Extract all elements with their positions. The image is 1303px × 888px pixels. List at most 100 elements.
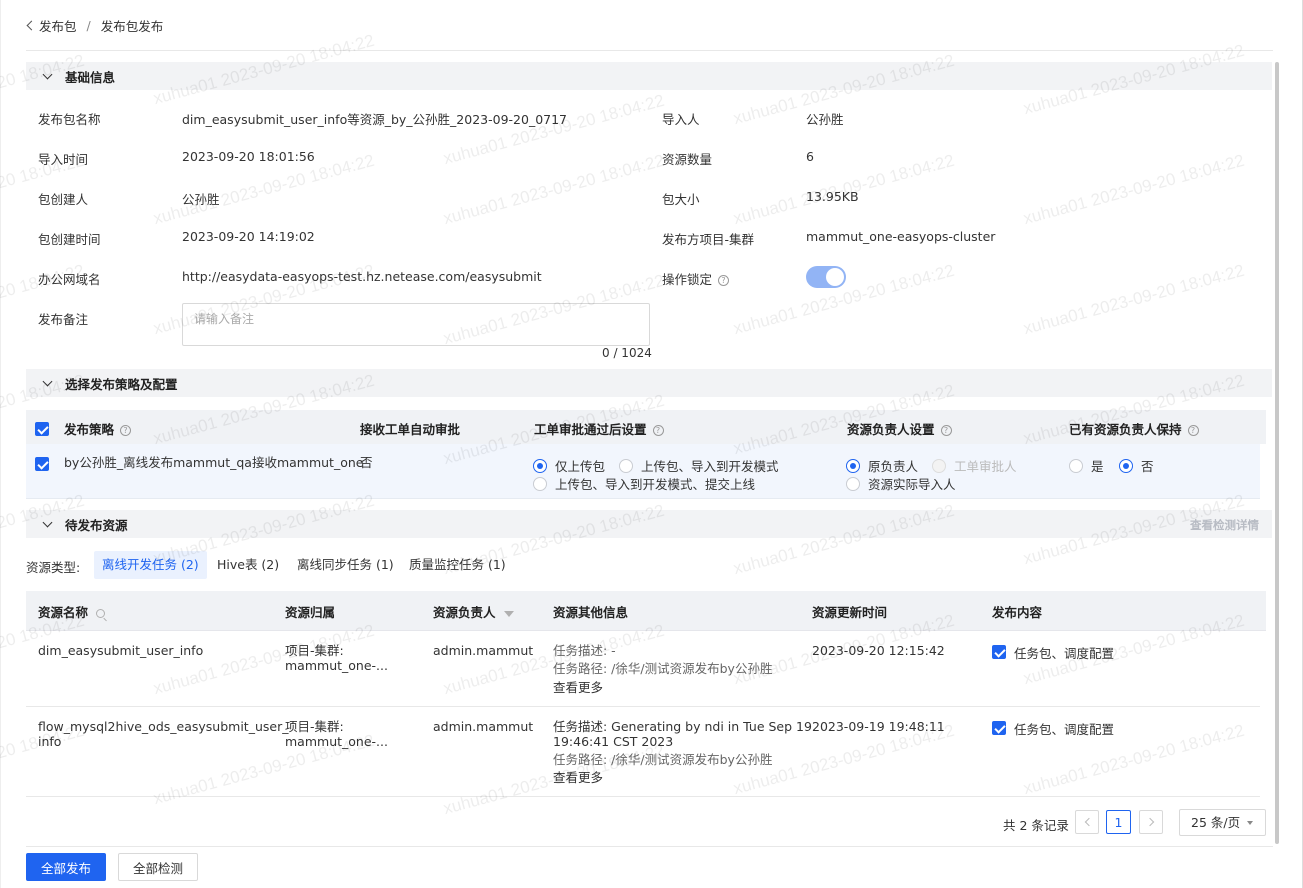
column-header-text: 发布策略 <box>64 422 115 437</box>
section-pending-header[interactable]: 待发布资源 <box>26 510 1272 538</box>
package-name-label: 发布包名称 <box>38 112 101 127</box>
resource-count-label: 资源数量 <box>662 152 713 167</box>
scrollbar[interactable] <box>1275 62 1279 844</box>
chevron-down-icon <box>42 376 53 386</box>
column-header: 发布策略? <box>64 419 132 438</box>
column-header-text: 已有资源负责人保持 <box>1069 422 1182 437</box>
radio-dot <box>1119 458 1133 473</box>
publish-all-button[interactable]: 全部发布 <box>26 853 106 881</box>
chevron-left-icon <box>1084 817 1093 827</box>
breadcrumb-separator: / <box>86 17 91 33</box>
creator-value: 公孙胜 <box>182 192 220 207</box>
radio-original-owner[interactable]: 原负责人 <box>846 456 918 475</box>
remark-char-count: 0 / 1024 <box>602 346 652 360</box>
publish-content-label: 任务包、调度配置 <box>1014 646 1115 661</box>
resource-name: dim_easysubmit_user_info <box>38 643 204 658</box>
column-header: 资源名称 <box>38 602 106 621</box>
column-header-text: 资源负责人 <box>433 605 496 620</box>
column-header-text: 工单审批通过后设置 <box>534 422 647 437</box>
radio-dot <box>533 458 547 473</box>
domain-value: http://easydata-easyops-test.hz.netease.… <box>182 269 542 284</box>
tab-offline-dev-task[interactable]: 离线开发任务 (2) <box>94 551 207 579</box>
radio-keep-yes[interactable]: 是 <box>1069 456 1104 475</box>
section-title: 选择发布策略及配置 <box>65 376 178 392</box>
view-more-link[interactable]: 查看更多 <box>553 679 603 696</box>
help-icon[interactable]: ? <box>652 425 664 436</box>
domain-label: 办公网域名 <box>38 272 101 287</box>
resource-count-value: 6 <box>806 149 814 164</box>
column-header: 资源其他信息 <box>553 605 629 620</box>
caret-down-icon <box>1247 821 1253 825</box>
column-header-text: 资源名称 <box>38 605 89 620</box>
section-basic-info-header[interactable]: 基础信息 <box>26 62 1272 90</box>
resource-type-label: 资源类型: <box>26 560 81 575</box>
row-divider <box>26 796 1260 797</box>
lock-label: 操作锁定? <box>662 269 730 288</box>
package-name-value: dim_easysubmit_user_info等资源_by_公孙胜_2023-… <box>182 112 568 127</box>
help-icon[interactable]: ? <box>940 425 952 436</box>
divider <box>26 846 1273 847</box>
check-all-button[interactable]: 全部检测 <box>118 853 198 881</box>
help-icon[interactable]: ? <box>120 425 132 436</box>
remark-placeholder: 请输入备注 <box>194 312 255 326</box>
importer-label: 导入人 <box>662 112 700 127</box>
breadcrumb: 发布包 / 发布包发布 <box>26 16 163 34</box>
help-icon[interactable]: ? <box>718 275 730 286</box>
pagination-total: 共 2 条记录 <box>1003 818 1069 833</box>
radio-upload-import-submit[interactable]: 上传包、导入到开发模式、提交上线 <box>533 474 755 493</box>
column-header: 已有资源负责人保持? <box>1069 419 1199 438</box>
radio-dot <box>846 458 860 473</box>
size-label: 包大小 <box>662 192 700 207</box>
resource-name-cont: info <box>38 734 62 749</box>
lock-toggle[interactable] <box>806 266 846 288</box>
section-strategy-header[interactable]: 选择发布策略及配置 <box>26 369 1272 397</box>
search-icon[interactable] <box>96 609 106 618</box>
column-header: 资源负责人 <box>433 602 514 621</box>
breadcrumb-parent[interactable]: 发布包 <box>39 16 77 35</box>
select-all-checkbox[interactable] <box>35 422 49 436</box>
view-more-link[interactable]: 查看更多 <box>553 769 603 786</box>
help-icon[interactable]: ? <box>1187 425 1199 436</box>
section-title: 待发布资源 <box>65 517 128 533</box>
radio-dot <box>533 476 547 491</box>
radio-dot <box>1069 458 1083 473</box>
create-time-value: 2023-09-20 14:19:02 <box>182 229 315 244</box>
resource-person: admin.mammut <box>433 643 534 658</box>
chevron-down-icon <box>42 517 53 527</box>
resource-person: admin.mammut <box>433 719 534 734</box>
radio-dot <box>846 476 860 491</box>
tab-offline-sync-task[interactable]: 离线同步任务 (1) <box>289 551 402 579</box>
radio-keep-no[interactable]: 否 <box>1119 456 1154 475</box>
publish-content-label: 任务包、调度配置 <box>1014 722 1115 737</box>
breadcrumb-current: 发布包发布 <box>100 18 164 34</box>
resource-desc: 任务描述: - <box>553 643 616 658</box>
resource-path: 任务路径: /徐华/测试资源发布by公孙胜 <box>553 661 773 676</box>
filter-icon[interactable] <box>503 610 514 617</box>
row-checkbox[interactable] <box>35 457 49 471</box>
publish-content-checkbox[interactable] <box>992 721 1006 735</box>
breadcrumb-back-link[interactable]: 发布包 <box>26 16 77 35</box>
radio-label: 是 <box>1091 459 1104 474</box>
tab-quality-monitor-task[interactable]: 质量监控任务 (1) <box>401 551 514 579</box>
column-header: 资源归属 <box>285 605 336 620</box>
page-size-select[interactable]: 25 条/页 <box>1179 809 1266 836</box>
radio-upload-only[interactable]: 仅上传包 <box>533 456 605 475</box>
resource-updated: 2023-09-20 12:15:42 <box>812 643 945 658</box>
size-value: 13.95KB <box>806 189 859 204</box>
creator-label: 包创建人 <box>38 192 89 207</box>
radio-label: 原负责人 <box>868 459 919 474</box>
publish-content-checkbox[interactable] <box>992 645 1006 659</box>
pagination-prev-button[interactable] <box>1075 810 1099 834</box>
pagination-next-button[interactable] <box>1139 810 1163 834</box>
radio-label: 资源实际导入人 <box>868 477 956 492</box>
importer-value: 公孙胜 <box>806 112 844 127</box>
pagination-page-1[interactable]: 1 <box>1106 810 1131 834</box>
radio-label: 仅上传包 <box>555 459 606 474</box>
tab-hive-table[interactable]: Hive表 (2) <box>209 551 287 579</box>
radio-upload-import-dev[interactable]: 上传包、导入到开发模式 <box>619 456 779 475</box>
radio-dot <box>932 458 946 473</box>
strategy-name: by公孙胜_离线发布mammut_qa接收mammut_one <box>64 455 364 470</box>
radio-actual-importer[interactable]: 资源实际导入人 <box>846 474 956 493</box>
remark-textarea[interactable]: 请输入备注 <box>182 303 650 346</box>
view-check-details-link[interactable]: 查看检测详情 <box>1190 517 1259 533</box>
